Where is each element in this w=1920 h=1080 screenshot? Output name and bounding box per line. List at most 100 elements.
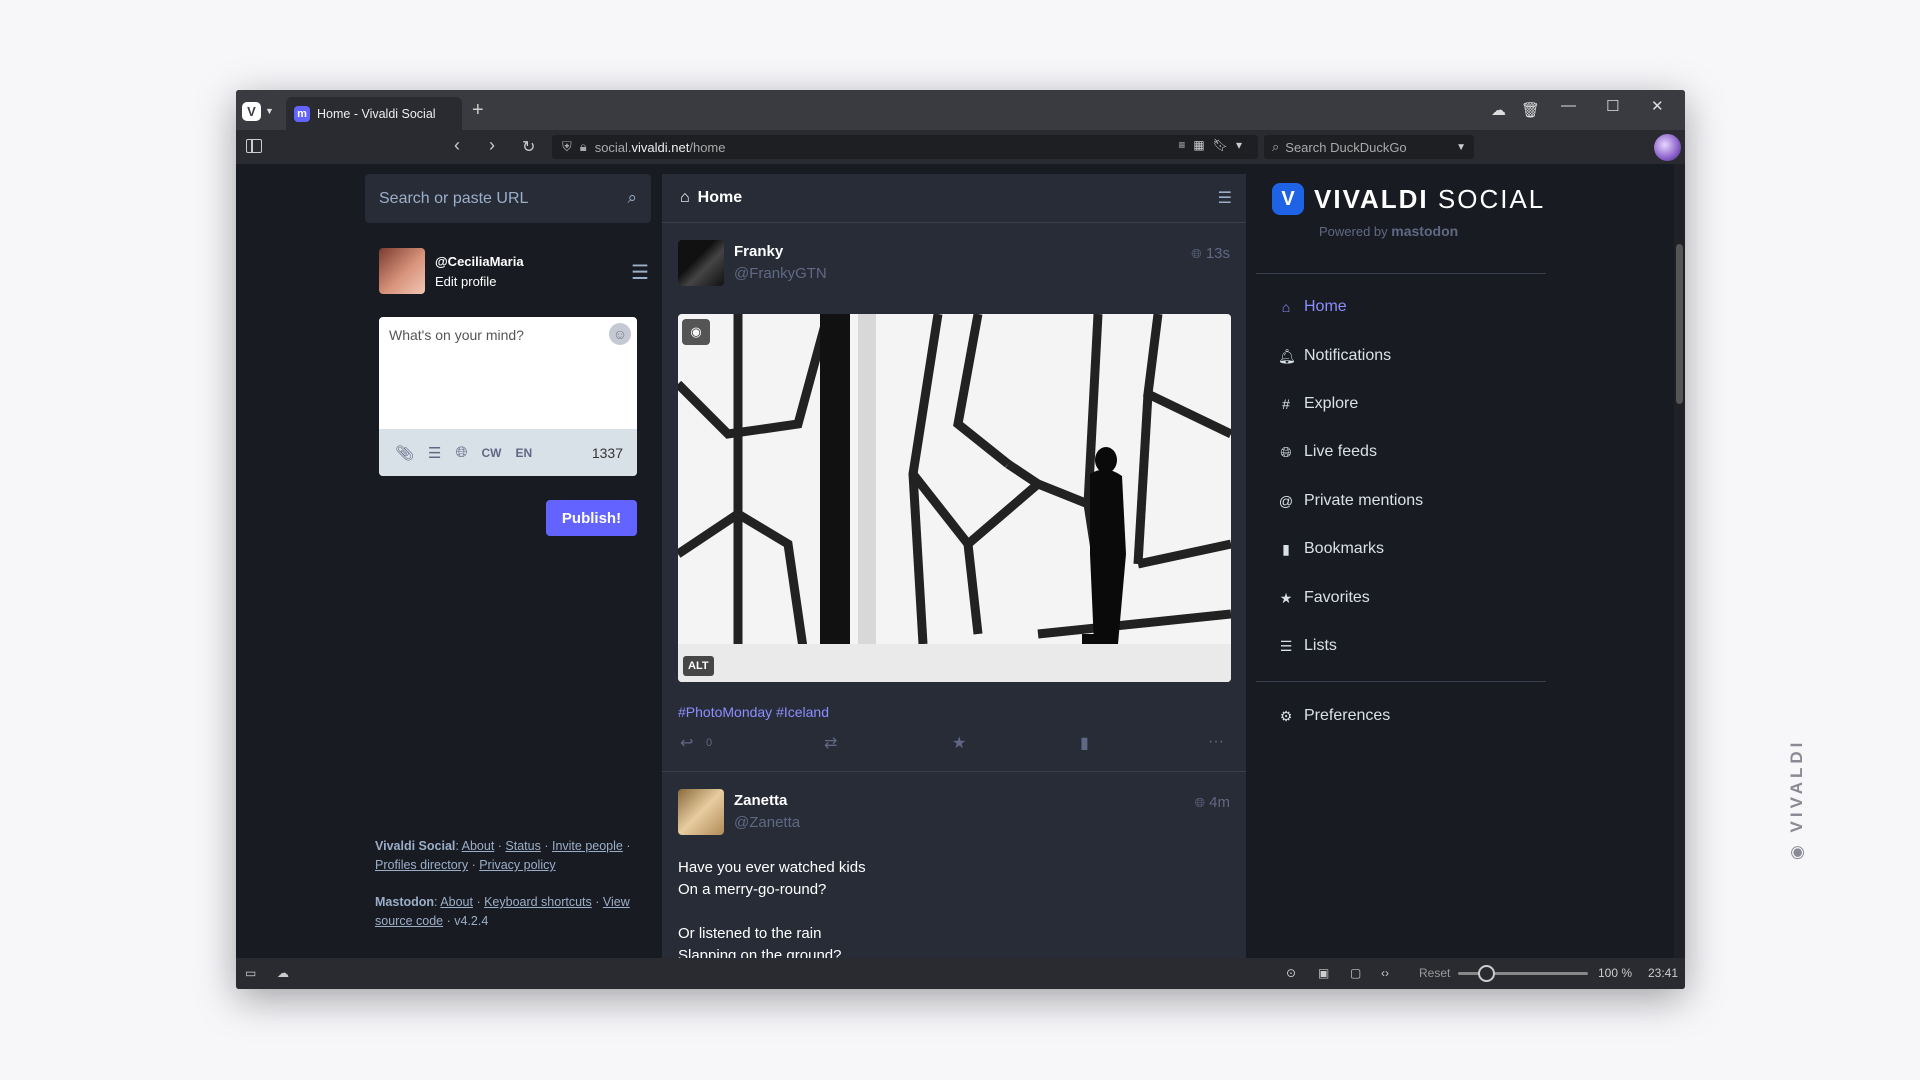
scrollbar[interactable]	[1674, 164, 1685, 958]
new-tab-icon[interactable]: +	[472, 99, 484, 122]
search-engine-field[interactable]: ⌕ Search DuckDuckGo ▼	[1264, 135, 1474, 159]
emoji-picker-icon[interactable]: ☺	[609, 323, 631, 345]
hide-media-icon[interactable]: ◉	[682, 319, 710, 345]
devtools-icon[interactable]: ‹›	[1381, 966, 1389, 980]
address-tools[interactable]: ≡▦🔖︎▾	[1178, 138, 1250, 152]
nav-live-feeds[interactable]: 🌐︎ Live feeds	[1278, 443, 1377, 461]
nav-home[interactable]: ⌂ Home	[1278, 298, 1347, 316]
menu-icon[interactable]: ☰	[631, 260, 649, 285]
nav-private-mentions[interactable]: @ Private mentions	[1278, 492, 1423, 510]
status-link[interactable]: Status	[505, 839, 540, 853]
lock-icon: 🔒︎	[579, 139, 587, 154]
at-icon: @	[1278, 493, 1294, 509]
address-bar[interactable]: ⛨ 🔒︎ social.vivaldi.net/home ≡▦🔖︎▾	[552, 135, 1258, 159]
column-settings-icon[interactable]: ☰	[1218, 188, 1232, 208]
more-icon[interactable]: ···	[1208, 733, 1224, 751]
search-placeholder: Search or paste URL	[379, 189, 529, 207]
avatar[interactable]	[379, 248, 425, 294]
language-button[interactable]: EN	[516, 446, 533, 460]
forward-icon[interactable]: ›	[489, 135, 495, 156]
nav-explore[interactable]: # Explore	[1278, 395, 1358, 413]
compose-form: What's on your mind? ☺ 📎︎ ☰ 🌐︎ CW EN 133…	[379, 317, 637, 476]
status-content: Have you ever watched kids On a merry-go…	[678, 857, 866, 958]
timestamp[interactable]: 🌐︎ 13s	[1191, 245, 1230, 262]
nav-bookmarks[interactable]: ▮ Bookmarks	[1278, 540, 1384, 558]
home-icon: ⌂	[1281, 299, 1291, 315]
vivaldi-menu-button[interactable]: V ▼	[242, 100, 278, 122]
search-input[interactable]: Search or paste URL ⌕	[365, 174, 651, 223]
attach-icon[interactable]: 📎︎	[395, 444, 414, 462]
zoom-reset-button[interactable]: Reset	[1419, 966, 1450, 980]
tab-home[interactable]: m Home - Vivaldi Social	[286, 97, 462, 130]
hashtags[interactable]: #PhotoMonday #Iceland	[678, 704, 829, 720]
poll-icon[interactable]: ☰	[428, 444, 441, 462]
nav-label: Live feeds	[1304, 443, 1377, 460]
profiles-link[interactable]: Profiles directory	[375, 858, 468, 872]
column-title: Home	[697, 189, 743, 206]
scrollbar-thumb[interactable]	[1676, 244, 1683, 404]
display-name[interactable]: Zanetta	[734, 792, 787, 809]
sync-cloud-icon[interactable]: ☁	[277, 966, 289, 980]
status-post[interactable]: Franky @FrankyGTN 🌐︎ 13s ◉ ALT #PhotoMon…	[662, 223, 1246, 772]
close-icon[interactable]: ✕	[1651, 97, 1664, 115]
panel-toggle-icon[interactable]	[246, 139, 262, 153]
media-image[interactable]: ◉ ALT	[678, 314, 1231, 682]
panel-toggle-icon[interactable]: ▭	[245, 966, 256, 980]
mastodon-wordmark: mastodon	[1391, 223, 1459, 239]
about-link[interactable]: About	[462, 839, 495, 853]
display-name[interactable]: Franky	[734, 243, 783, 260]
vivaldi-social-logo[interactable]: V VIVALDI SOCIAL	[1272, 179, 1545, 219]
user-handle[interactable]: @CeciliaMaria	[435, 254, 524, 269]
chevron-down-icon[interactable]: ▼	[1456, 142, 1466, 153]
zoom-slider[interactable]	[1458, 965, 1588, 982]
alt-badge[interactable]: ALT	[683, 656, 714, 676]
back-icon[interactable]: ‹	[454, 135, 460, 156]
globe-icon[interactable]: 🌐︎	[456, 444, 468, 461]
home-icon: ⌂	[680, 189, 690, 206]
zoom-slider-handle[interactable]	[1478, 965, 1495, 982]
invite-link[interactable]: Invite people	[552, 839, 623, 853]
account-handle[interactable]: @FrankyGTN	[734, 265, 827, 282]
bookmark-icon[interactable]: ▮	[1080, 733, 1089, 753]
column-header[interactable]: ⌂ Home ☰	[662, 174, 1246, 223]
profile-avatar[interactable]	[1654, 134, 1681, 161]
edit-profile-link[interactable]: Edit profile	[435, 274, 496, 289]
mastodon-about-link[interactable]: About	[440, 895, 473, 909]
account-handle[interactable]: @Zanetta	[734, 814, 800, 831]
vivaldi-watermark: ◉ VIVALDI	[1787, 739, 1807, 860]
sync-cloud-icon[interactable]: ☁	[1491, 101, 1506, 119]
shield-icon[interactable]: ⛨	[562, 139, 572, 155]
brand-light: SOCIAL	[1437, 183, 1546, 214]
search-placeholder: Search DuckDuckGo	[1285, 139, 1407, 155]
trash-icon[interactable]: 🗑	[1521, 101, 1540, 119]
compose-textarea[interactable]: What's on your mind?	[389, 327, 524, 343]
nav-notifications[interactable]: 🔔︎ Notifications	[1278, 347, 1391, 365]
nav-preferences[interactable]: ⚙ Preferences	[1278, 707, 1391, 725]
tiling-icon[interactable]: ▢	[1350, 966, 1361, 980]
privacy-link[interactable]: Privacy policy	[479, 858, 555, 872]
maximize-icon[interactable]: ☐	[1606, 97, 1619, 115]
shortcuts-link[interactable]: Keyboard shortcuts	[484, 895, 592, 909]
image-icon[interactable]: ▣	[1318, 966, 1329, 980]
capture-icon[interactable]: ⊙	[1286, 966, 1296, 980]
globe-icon: 🌐︎	[1191, 246, 1202, 261]
boost-icon[interactable]: ⇄	[824, 733, 837, 753]
timestamp[interactable]: 🌐︎ 4m	[1195, 794, 1230, 811]
status-line: Or listened to the rain	[678, 925, 822, 942]
reply-icon[interactable]: ↩︎	[680, 733, 693, 753]
reload-icon[interactable]: ↻	[522, 137, 535, 157]
nav-favorites[interactable]: ★ Favorites	[1278, 589, 1370, 607]
favorite-icon[interactable]: ★	[952, 733, 966, 753]
status-line: On a merry-go-round?	[678, 881, 827, 898]
avatar[interactable]	[678, 789, 724, 835]
current-user: @CeciliaMaria Edit profile ☰	[379, 248, 649, 296]
minimize-icon[interactable]: —	[1561, 97, 1576, 114]
avatar[interactable]	[678, 240, 724, 286]
publish-button[interactable]: Publish!	[546, 500, 637, 536]
bookmark-icon: ▮	[1282, 540, 1290, 557]
nav-lists[interactable]: ☰ Lists	[1278, 637, 1337, 655]
status-post[interactable]: Zanetta @Zanetta 🌐︎ 4m Have you ever wat…	[662, 772, 1246, 958]
cw-button[interactable]: CW	[482, 446, 502, 460]
status-line: Slapping on the ground?	[678, 947, 842, 958]
compose-toolbar: 📎︎ ☰ 🌐︎ CW EN 1337	[379, 429, 637, 476]
